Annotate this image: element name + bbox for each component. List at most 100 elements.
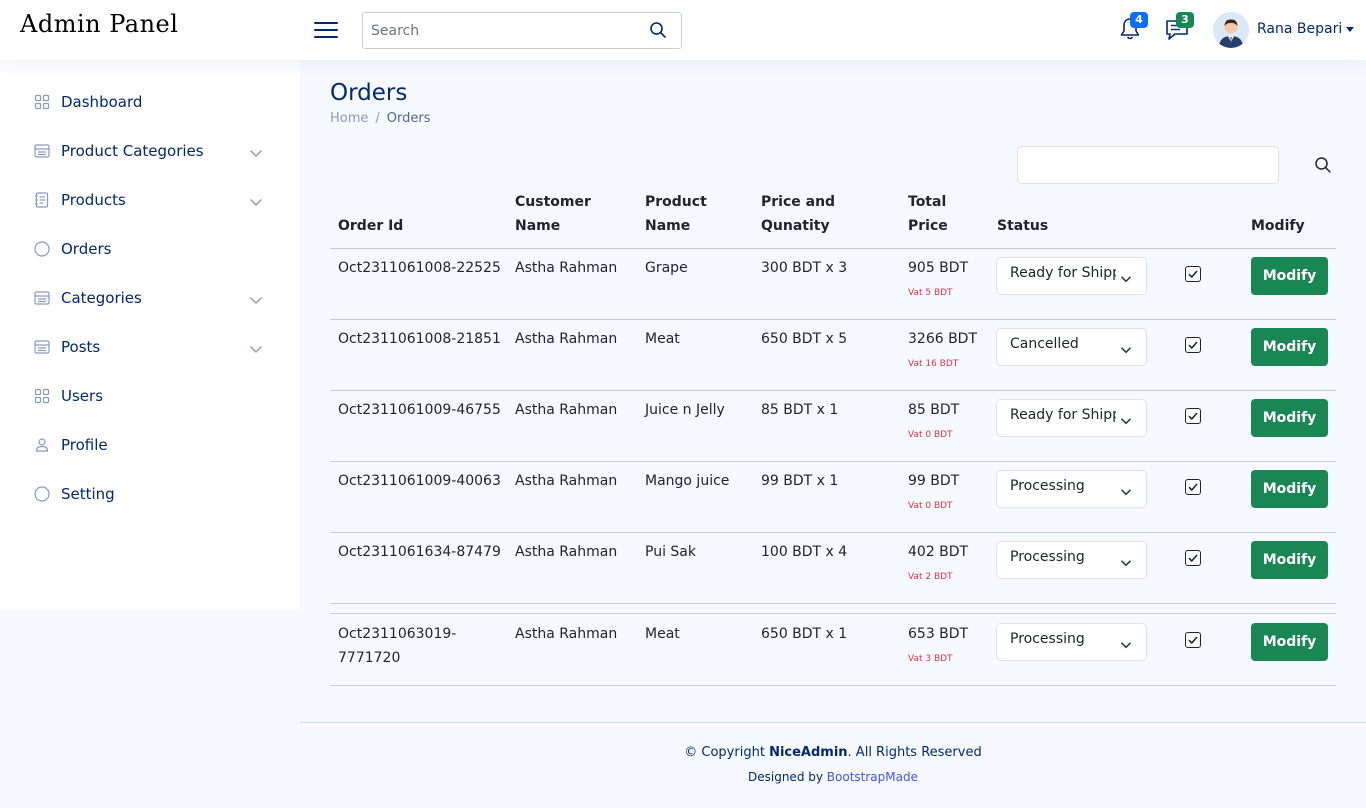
sidebar-item-products[interactable]: Products [34, 186, 274, 216]
chevron-down-icon [1120, 412, 1132, 425]
order-id-cell: Oct2311061009-46755 [338, 402, 501, 418]
chevron-down-icon [1120, 483, 1132, 496]
chevron-down-icon [1120, 341, 1132, 354]
sidebar-item-posts[interactable]: Posts [34, 333, 274, 363]
column-header-order-id: Order Id [338, 218, 404, 234]
row-divider [330, 685, 1336, 686]
modify-button[interactable]: Modify [1251, 623, 1328, 661]
status-select[interactable]: Processing [996, 470, 1147, 508]
vat-text: Vat 16 BDT [908, 359, 959, 369]
modify-button[interactable]: Modify [1251, 328, 1328, 366]
price-quantity-cell: 650 BDT x 1 [761, 626, 848, 642]
sidebar-toggle-icon[interactable] [314, 20, 338, 40]
vat-text: Vat 2 BDT [908, 572, 953, 582]
brand-logo[interactable]: Admin Panel [20, 10, 178, 38]
credits-prefix: Designed by [748, 770, 827, 784]
sidebar-item-label: Setting [61, 485, 115, 503]
price-quantity-cell: 300 BDT x 3 [761, 260, 848, 276]
status-selected-value: Cancelled [1010, 336, 1079, 352]
circle-icon [34, 241, 51, 258]
price-quantity-cell: 99 BDT x 1 [761, 473, 839, 489]
status-selected-value: Processing [1010, 631, 1085, 647]
header-line: Customer [515, 194, 591, 210]
row-checkbox[interactable] [1185, 408, 1201, 424]
bootstrapmade-link[interactable]: BootstrapMade [827, 770, 918, 784]
breadcrumb-home-link[interactable]: Home [330, 111, 368, 126]
search-icon[interactable] [1314, 156, 1334, 176]
sidebar-item-categories[interactable]: Categories [34, 284, 274, 314]
status-select[interactable]: Ready for Shipping [996, 399, 1147, 437]
sidebar-item-label: Products [61, 191, 126, 209]
header-line: Total [908, 194, 947, 210]
sidebar-item-label: Dashboard [61, 93, 143, 111]
sidebar-item-label: Users [61, 387, 104, 405]
user-avatar[interactable] [1213, 12, 1249, 48]
row-checkbox[interactable] [1185, 337, 1201, 353]
user-menu-dropdown[interactable]: Rana Bepari [1257, 21, 1355, 37]
journal-text-icon [34, 192, 51, 209]
header-line: Name [645, 218, 691, 234]
search-icon[interactable] [649, 21, 669, 41]
total-price-cell: 905 BDT [908, 260, 969, 276]
status-select[interactable]: Processing [996, 623, 1147, 661]
sidebar-item-setting[interactable]: Setting [34, 480, 274, 510]
column-header-total-price: Total Price [908, 190, 948, 238]
header-search-input[interactable] [371, 13, 641, 48]
order-id-cell: Oct2311061008-22525 [338, 260, 501, 276]
status-selected-value: Processing [1010, 549, 1085, 565]
caret-down-icon [1346, 26, 1355, 32]
status-select[interactable]: Processing [996, 541, 1147, 579]
status-select[interactable]: Cancelled [996, 328, 1147, 366]
copyright-brand: NiceAdmin [769, 745, 848, 760]
sidebar-item-label: Categories [61, 289, 142, 307]
chevron-down-icon [249, 341, 263, 355]
notifications-bell-icon[interactable]: 4 [1118, 12, 1148, 44]
customer-name-cell: Astha Rahman [515, 626, 618, 642]
breadcrumb-current: Orders [386, 111, 431, 126]
status-selected-value: Ready for Shipping [1010, 265, 1116, 281]
sidebar-item-users[interactable]: Users [34, 382, 274, 412]
total-price-cell: 3266 BDT [908, 331, 978, 347]
layout-text-icon [34, 339, 51, 356]
copyright-suffix: . All Rights Reserved [847, 745, 982, 760]
sidebar-item-label: Orders [61, 240, 112, 258]
order-id-line: 7771720 [338, 650, 401, 666]
modify-button[interactable]: Modify [1251, 470, 1328, 508]
column-header-modify: Modify [1251, 218, 1305, 234]
header-line: Name [515, 218, 561, 234]
sidebar-item-product-categories[interactable]: Product Categories [34, 137, 274, 167]
total-price-cell: 85 BDT [908, 402, 960, 418]
table-search-input[interactable] [1017, 146, 1279, 184]
chevron-down-icon [249, 292, 263, 306]
row-checkbox[interactable] [1185, 266, 1201, 282]
order-id-line: Oct2311063019- [338, 626, 457, 642]
user-name: Rana Bepari [1257, 21, 1343, 37]
layout-text-icon [34, 143, 51, 160]
sidebar-item-orders[interactable]: Orders [34, 235, 274, 265]
row-checkbox[interactable] [1185, 550, 1201, 566]
messages-chat-icon[interactable]: 3 [1164, 12, 1194, 44]
sidebar-item-label: Product Categories [61, 142, 204, 160]
row-checkbox[interactable] [1185, 632, 1201, 648]
header-line: Qunatity [761, 218, 830, 234]
row-checkbox[interactable] [1185, 479, 1201, 495]
status-selected-value: Processing [1010, 478, 1085, 494]
modify-button[interactable]: Modify [1251, 257, 1328, 295]
row-divider [330, 603, 1336, 604]
row-divider [330, 532, 1336, 533]
table-divider [330, 248, 1336, 249]
total-price-cell: 653 BDT [908, 626, 969, 642]
header-search-bar [362, 12, 682, 49]
product-name-cell: Pui Sak [645, 544, 696, 560]
column-header-status: Status [997, 218, 1049, 234]
modify-button[interactable]: Modify [1251, 399, 1328, 437]
sidebar-item-profile[interactable]: Profile [34, 431, 274, 461]
status-select[interactable]: Ready for Shipping [996, 257, 1147, 295]
sidebar: Dashboard Product Categories Products Or… [0, 60, 300, 610]
customer-name-cell: Astha Rahman [515, 402, 618, 418]
price-quantity-cell: 100 BDT x 4 [761, 544, 848, 560]
header-line: Price [908, 218, 948, 234]
sidebar-item-dashboard[interactable]: Dashboard [34, 88, 274, 118]
modify-button[interactable]: Modify [1251, 541, 1328, 579]
status-selected-value: Ready for Shipping [1010, 407, 1116, 423]
